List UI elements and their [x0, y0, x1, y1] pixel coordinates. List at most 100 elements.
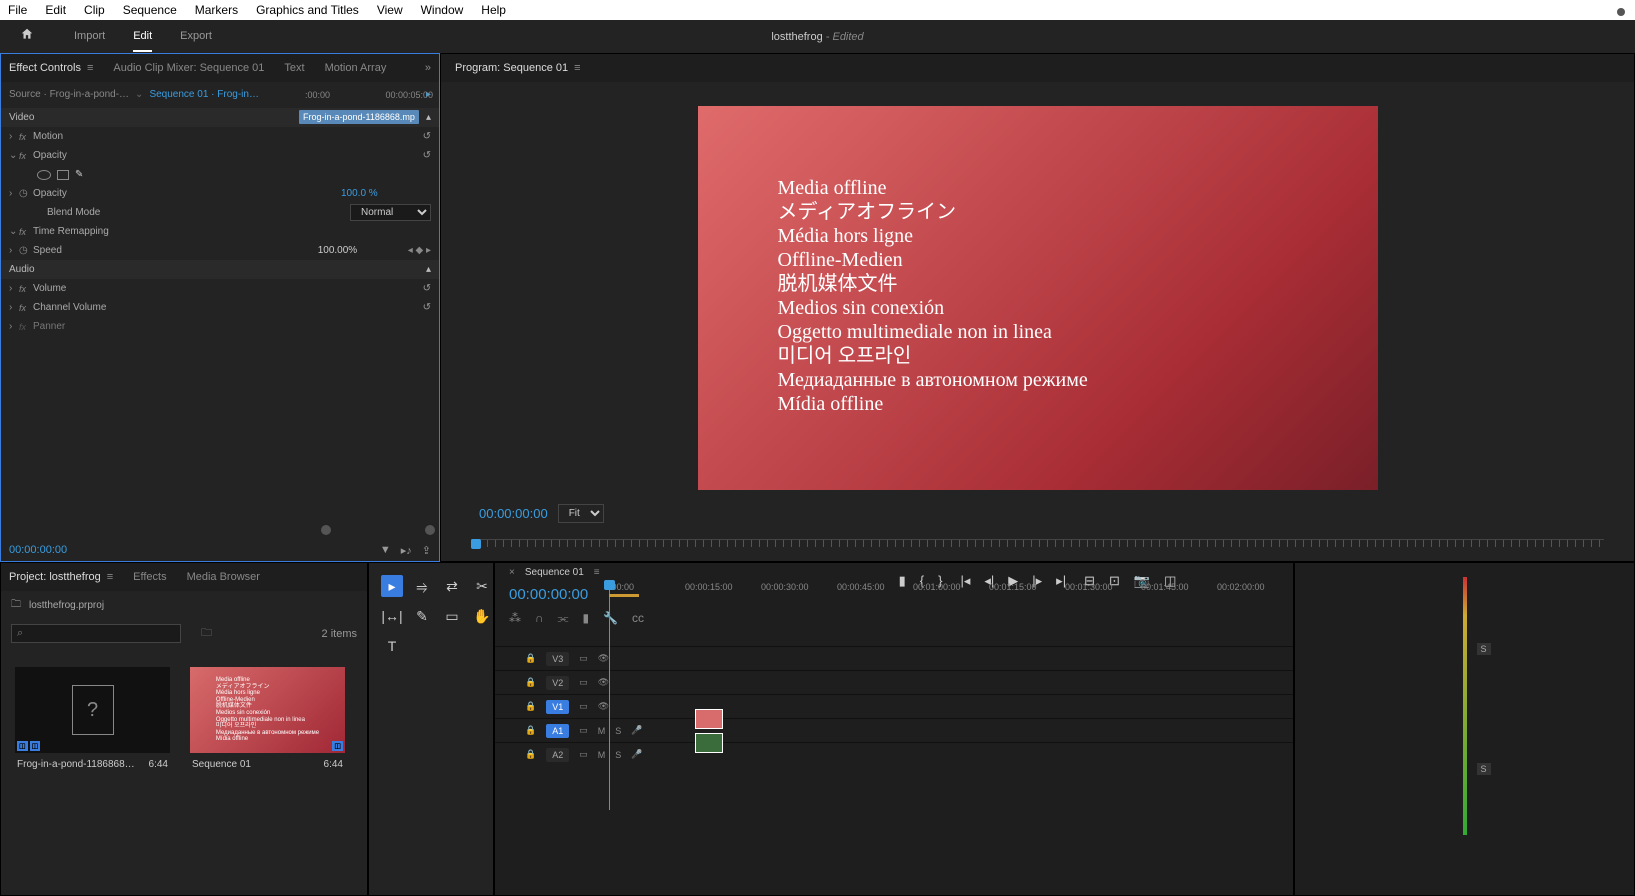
sync-lock-icon[interactable]: ▭ [579, 653, 588, 664]
scrub-handle[interactable] [425, 525, 435, 535]
menu-help[interactable]: Help [481, 3, 506, 17]
ec-panner[interactable]: Panner [33, 321, 431, 332]
pen-mask-icon[interactable]: ✎ [75, 169, 83, 180]
marker-icon[interactable]: ▮ [582, 611, 589, 626]
tab-project[interactable]: Project: lostthefrog ≡ [9, 571, 113, 583]
mute-button[interactable]: M [598, 726, 606, 736]
eye-icon[interactable]: 👁 [598, 701, 609, 712]
lock-icon[interactable]: 🔒 [525, 725, 536, 736]
track-select-tool-icon[interactable]: ⥤ [411, 575, 433, 597]
pen-tool-icon[interactable]: ✎ [411, 605, 433, 627]
menu-edit[interactable]: Edit [45, 3, 66, 17]
sequence-link[interactable]: Sequence 01 · Frog-in… [149, 89, 259, 100]
rect-mask-icon[interactable] [57, 170, 69, 180]
ec-speed-value[interactable]: 100.00% [318, 245, 408, 256]
bin-item[interactable]: Media offlineメディアオフラインMédia hors ligneOf… [190, 667, 345, 776]
scroll-handle[interactable] [1617, 8, 1625, 16]
sync-lock-icon[interactable]: ▭ [579, 677, 588, 688]
lock-icon[interactable]: 🔒 [525, 701, 536, 712]
solo-indicator[interactable]: S [1477, 643, 1491, 655]
ec-motion[interactable]: Motion [33, 131, 423, 142]
snap-icon[interactable]: ⁂ [509, 611, 521, 626]
menu-file[interactable]: File [8, 3, 27, 17]
panel-overflow-icon[interactable]: » [425, 62, 431, 74]
solo-button[interactable]: S [615, 726, 621, 736]
hand-tool-icon[interactable]: ✋ [471, 605, 493, 627]
filter-icon[interactable]: ▼ [380, 544, 391, 557]
track-a1[interactable]: A1 [546, 724, 569, 738]
tab-media-browser[interactable]: Media Browser [187, 571, 260, 583]
collapse-icon[interactable]: ▴ [426, 264, 431, 275]
ec-timeline-ruler[interactable]: :00:0000:00:05:00 [299, 90, 439, 100]
lock-icon[interactable]: 🔒 [525, 653, 536, 664]
zoom-select[interactable]: Fit [558, 504, 604, 523]
expand-icon[interactable]: › [9, 131, 19, 142]
ec-video-section[interactable]: Video [9, 112, 34, 123]
playhead[interactable] [471, 539, 481, 549]
track-a2[interactable]: A2 [546, 748, 569, 762]
ellipse-mask-icon[interactable] [37, 170, 51, 180]
sync-lock-icon[interactable]: ▭ [579, 749, 588, 760]
video-clip[interactable] [695, 709, 723, 729]
program-timecode[interactable]: 00:00:00:00 [479, 506, 548, 521]
slip-tool-icon[interactable]: |↔| [381, 605, 403, 627]
type-tool-icon[interactable]: T [381, 635, 403, 657]
home-icon[interactable] [20, 27, 34, 46]
track-v1[interactable]: V1 [546, 700, 569, 714]
menu-sequence[interactable]: Sequence [123, 3, 177, 17]
eye-icon[interactable]: 👁 [598, 677, 609, 688]
rectangle-tool-icon[interactable]: ▭ [441, 605, 463, 627]
workspace-export[interactable]: Export [180, 22, 212, 52]
sync-lock-icon[interactable]: ▭ [579, 701, 588, 712]
lock-icon[interactable]: 🔒 [525, 677, 536, 688]
solo-indicator[interactable]: S [1477, 763, 1491, 775]
tab-program[interactable]: Program: Sequence 01 ≡ [455, 62, 581, 74]
reset-icon[interactable]: ↺ [423, 150, 431, 161]
workspace-import[interactable]: Import [74, 22, 105, 52]
work-area[interactable] [609, 594, 639, 597]
eye-icon[interactable]: 👁 [598, 653, 609, 664]
reset-icon[interactable]: ↺ [423, 302, 431, 313]
magnet-icon[interactable]: ∩ [535, 611, 544, 626]
ec-volume[interactable]: Volume [33, 283, 423, 294]
reset-icon[interactable]: ↺ [423, 283, 431, 294]
program-viewport[interactable]: Media offline メディアオフライン Média hors ligne… [698, 106, 1378, 490]
keyframe-nav-icon[interactable]: ▸♪ [401, 544, 412, 557]
tab-effects[interactable]: Effects [133, 571, 166, 583]
scrub-handle[interactable] [321, 525, 331, 535]
new-bin-icon[interactable]: 🗀 [201, 624, 212, 643]
tab-audio-clip-mixer[interactable]: Audio Clip Mixer: Sequence 01 [113, 62, 264, 74]
voiceover-icon[interactable]: 🎤 [631, 749, 642, 760]
tab-effect-controls[interactable]: Effect Controls ≡ [9, 62, 93, 74]
ec-opacity[interactable]: Opacity [33, 150, 423, 161]
audio-clip[interactable] [695, 733, 723, 753]
collapse-icon[interactable]: ⌄ [9, 226, 19, 237]
ec-audio-section[interactable]: Audio [9, 264, 35, 275]
settings-icon[interactable]: 🔧 [603, 611, 618, 626]
reset-icon[interactable]: ↺ [423, 131, 431, 142]
blend-mode-select[interactable]: Normal [350, 204, 431, 221]
ec-timecode[interactable]: 00:00:00:00 [9, 544, 67, 556]
track-v3[interactable]: V3 [546, 652, 569, 666]
link-icon[interactable]: ⫘ [558, 611, 569, 626]
ec-opacity-value[interactable]: 100.0 % [341, 188, 431, 199]
tab-text[interactable]: Text [284, 62, 304, 74]
menu-view[interactable]: View [377, 3, 403, 17]
ec-channel-volume[interactable]: Channel Volume [33, 302, 423, 313]
tab-motion-array[interactable]: Motion Array [325, 62, 387, 74]
bin-item[interactable]: ? ◫◫ Frog-in-a-pond-1186868…6:44 [15, 667, 170, 776]
selection-tool-icon[interactable]: ▸ [381, 575, 403, 597]
solo-button[interactable]: S [615, 750, 621, 760]
sync-lock-icon[interactable]: ▭ [579, 725, 588, 736]
bin-icon[interactable]: 🗀 [11, 597, 21, 614]
chevron-down-icon[interactable]: ⌄ [135, 89, 143, 100]
cc-icon[interactable]: cc [632, 611, 644, 626]
menu-graphics[interactable]: Graphics and Titles [256, 3, 359, 17]
menu-clip[interactable]: Clip [84, 3, 105, 17]
menu-window[interactable]: Window [421, 3, 464, 17]
search-input[interactable] [11, 624, 181, 643]
ec-time-remapping[interactable]: Time Remapping [33, 226, 431, 237]
collapse-icon[interactable]: ⌄ [9, 150, 19, 161]
voiceover-icon[interactable]: 🎤 [631, 725, 642, 736]
track-v2[interactable]: V2 [546, 676, 569, 690]
